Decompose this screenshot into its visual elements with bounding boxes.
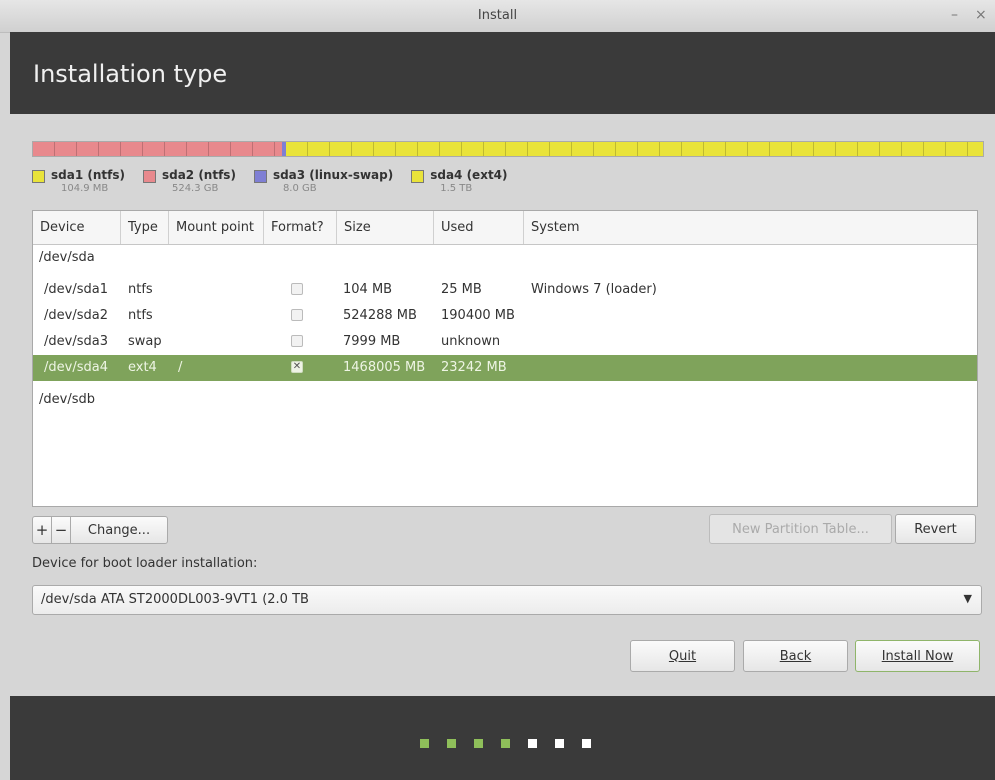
partition-legend: sda1 (ntfs) 104.9 MB sda2 (ntfs) 524.3 GB sd… (32, 168, 508, 194)
progress-footer (10, 696, 995, 780)
step-dot (447, 739, 456, 748)
add-partition-button[interactable]: + (32, 516, 52, 544)
legend-swatch (253, 170, 267, 183)
chevron-down-icon: ▼ (963, 592, 972, 605)
remove-partition-button[interactable]: − (51, 516, 71, 544)
legend-size: 8.0 GB (282, 183, 317, 194)
legend-label: sda1 (ntfs) (51, 168, 125, 182)
table-row[interactable]: /dev/sda1 ntfs 104 MB 25 MB Windows 7 (loade… (33, 277, 977, 303)
cell-used: unknown (441, 334, 501, 349)
table-row[interactable]: /dev/sda2 ntfs 524288 MB 190400 MB (33, 303, 977, 329)
step-dot (528, 739, 537, 748)
table-row[interactable]: /dev/sdb (33, 387, 977, 413)
format-checkbox[interactable] (291, 335, 303, 347)
column-header-type[interactable]: Type (121, 211, 169, 244)
cell-device: /dev/sda4 (44, 360, 108, 375)
table-header: Device Type Mount point Format? Size Use… (33, 211, 977, 245)
main-content: sda1 (ntfs) 104.9 MB sda2 (ntfs) 524.3 GB sd… (10, 114, 995, 696)
legend-label: sda2 (ntfs) (161, 168, 236, 182)
legend-item: sda4 (ext4) 1.5 TB (411, 168, 508, 194)
cell-type: ext4 (128, 360, 157, 375)
cell-device: /dev/sda1 (44, 282, 108, 297)
step-dot (555, 739, 564, 748)
cell-size: 7999 MB (343, 334, 401, 349)
cell-device: /dev/sda2 (44, 308, 108, 323)
legend-size: 524.3 GB (171, 183, 219, 194)
quit-button[interactable]: Quit (630, 640, 735, 672)
legend-size: 104.9 MB (61, 183, 109, 194)
back-button-label: Back (779, 648, 812, 664)
partition-bar (32, 141, 984, 157)
bootloader-device-value: /dev/sda ATA ST2000DL003-9VT1 (2.0 TB (41, 592, 309, 607)
column-header-format[interactable]: Format? (264, 211, 337, 244)
cell-system: Windows 7 (loader) (531, 282, 657, 297)
legend-item: sda3 (linux-swap) 8.0 GB (253, 168, 394, 194)
table-row[interactable]: /dev/sda3 swap 7999 MB unknown (33, 329, 977, 355)
new-partition-table-button[interactable]: New Partition Table... (709, 514, 892, 544)
quit-button-label: Quit (668, 648, 697, 664)
column-header-device[interactable]: Device (33, 211, 121, 244)
step-dot (474, 739, 483, 748)
format-checkbox[interactable] (291, 309, 303, 321)
bootloader-label: Device for boot loader installation: (32, 556, 258, 571)
cell-mount: / (178, 360, 183, 375)
title-bar: Install – × (0, 0, 995, 33)
back-button[interactable]: Back (743, 640, 848, 672)
cell-device: /dev/sda3 (44, 334, 108, 349)
legend-size: 1.5 TB (440, 183, 473, 194)
partition-table[interactable]: Device Type Mount point Format? Size Use… (32, 210, 978, 507)
legend-swatch (142, 170, 156, 183)
cell-used: 25 MB (441, 282, 482, 297)
install-now-button-label: Install Now (881, 648, 954, 664)
legend-swatch (411, 170, 425, 183)
window-title: Install (477, 8, 518, 23)
cell-size: 524288 MB (343, 308, 417, 323)
legend-label: sda4 (ext4) (430, 168, 508, 182)
minimize-icon[interactable]: – (951, 7, 958, 23)
page-header: Installation type (10, 32, 995, 114)
cell-type: ntfs (128, 282, 153, 297)
check-icon: ✕ (292, 361, 302, 372)
cell-size: 1468005 MB (343, 360, 426, 375)
cell-device: /dev/sdb (39, 392, 95, 407)
column-header-system[interactable]: System (524, 211, 977, 244)
cell-type: ntfs (128, 308, 153, 323)
step-progress-indicator (420, 739, 591, 748)
bootloader-device-select[interactable]: /dev/sda ATA ST2000DL003-9VT1 (2.0 TB ▼ (32, 585, 982, 615)
cell-used: 190400 MB (441, 308, 515, 323)
install-now-button[interactable]: Install Now (855, 640, 980, 672)
legend-item: sda1 (ntfs) 104.9 MB (32, 168, 125, 194)
table-row[interactable]: /dev/sda (33, 245, 977, 271)
column-header-used[interactable]: Used (434, 211, 524, 244)
column-header-size[interactable]: Size (337, 211, 434, 244)
close-icon[interactable]: × (975, 7, 987, 23)
cell-device: /dev/sda (39, 250, 95, 265)
legend-label: sda3 (linux-swap) (272, 168, 394, 182)
partition-segment-sda4 (285, 142, 983, 156)
legend-swatch (32, 170, 45, 183)
cell-size: 104 MB (343, 282, 393, 297)
revert-button[interactable]: Revert (895, 514, 976, 544)
column-header-mount-point[interactable]: Mount point (169, 211, 264, 244)
cell-used: 23242 MB (441, 360, 507, 375)
format-checkbox[interactable] (291, 283, 303, 295)
table-row[interactable]: /dev/sda4 ext4 / 1468005 MB 23242 MB ✕ (33, 355, 977, 381)
cell-type: swap (128, 334, 162, 349)
step-dot (420, 739, 429, 748)
page-title: Installation type (33, 60, 228, 88)
format-checkbox[interactable]: ✕ (291, 361, 303, 373)
change-partition-button[interactable]: Change... (70, 516, 168, 544)
step-dot (501, 739, 510, 748)
partition-segment-sda2 (33, 142, 283, 156)
legend-item: sda2 (ntfs) 524.3 GB (142, 168, 236, 194)
step-dot (582, 739, 591, 748)
